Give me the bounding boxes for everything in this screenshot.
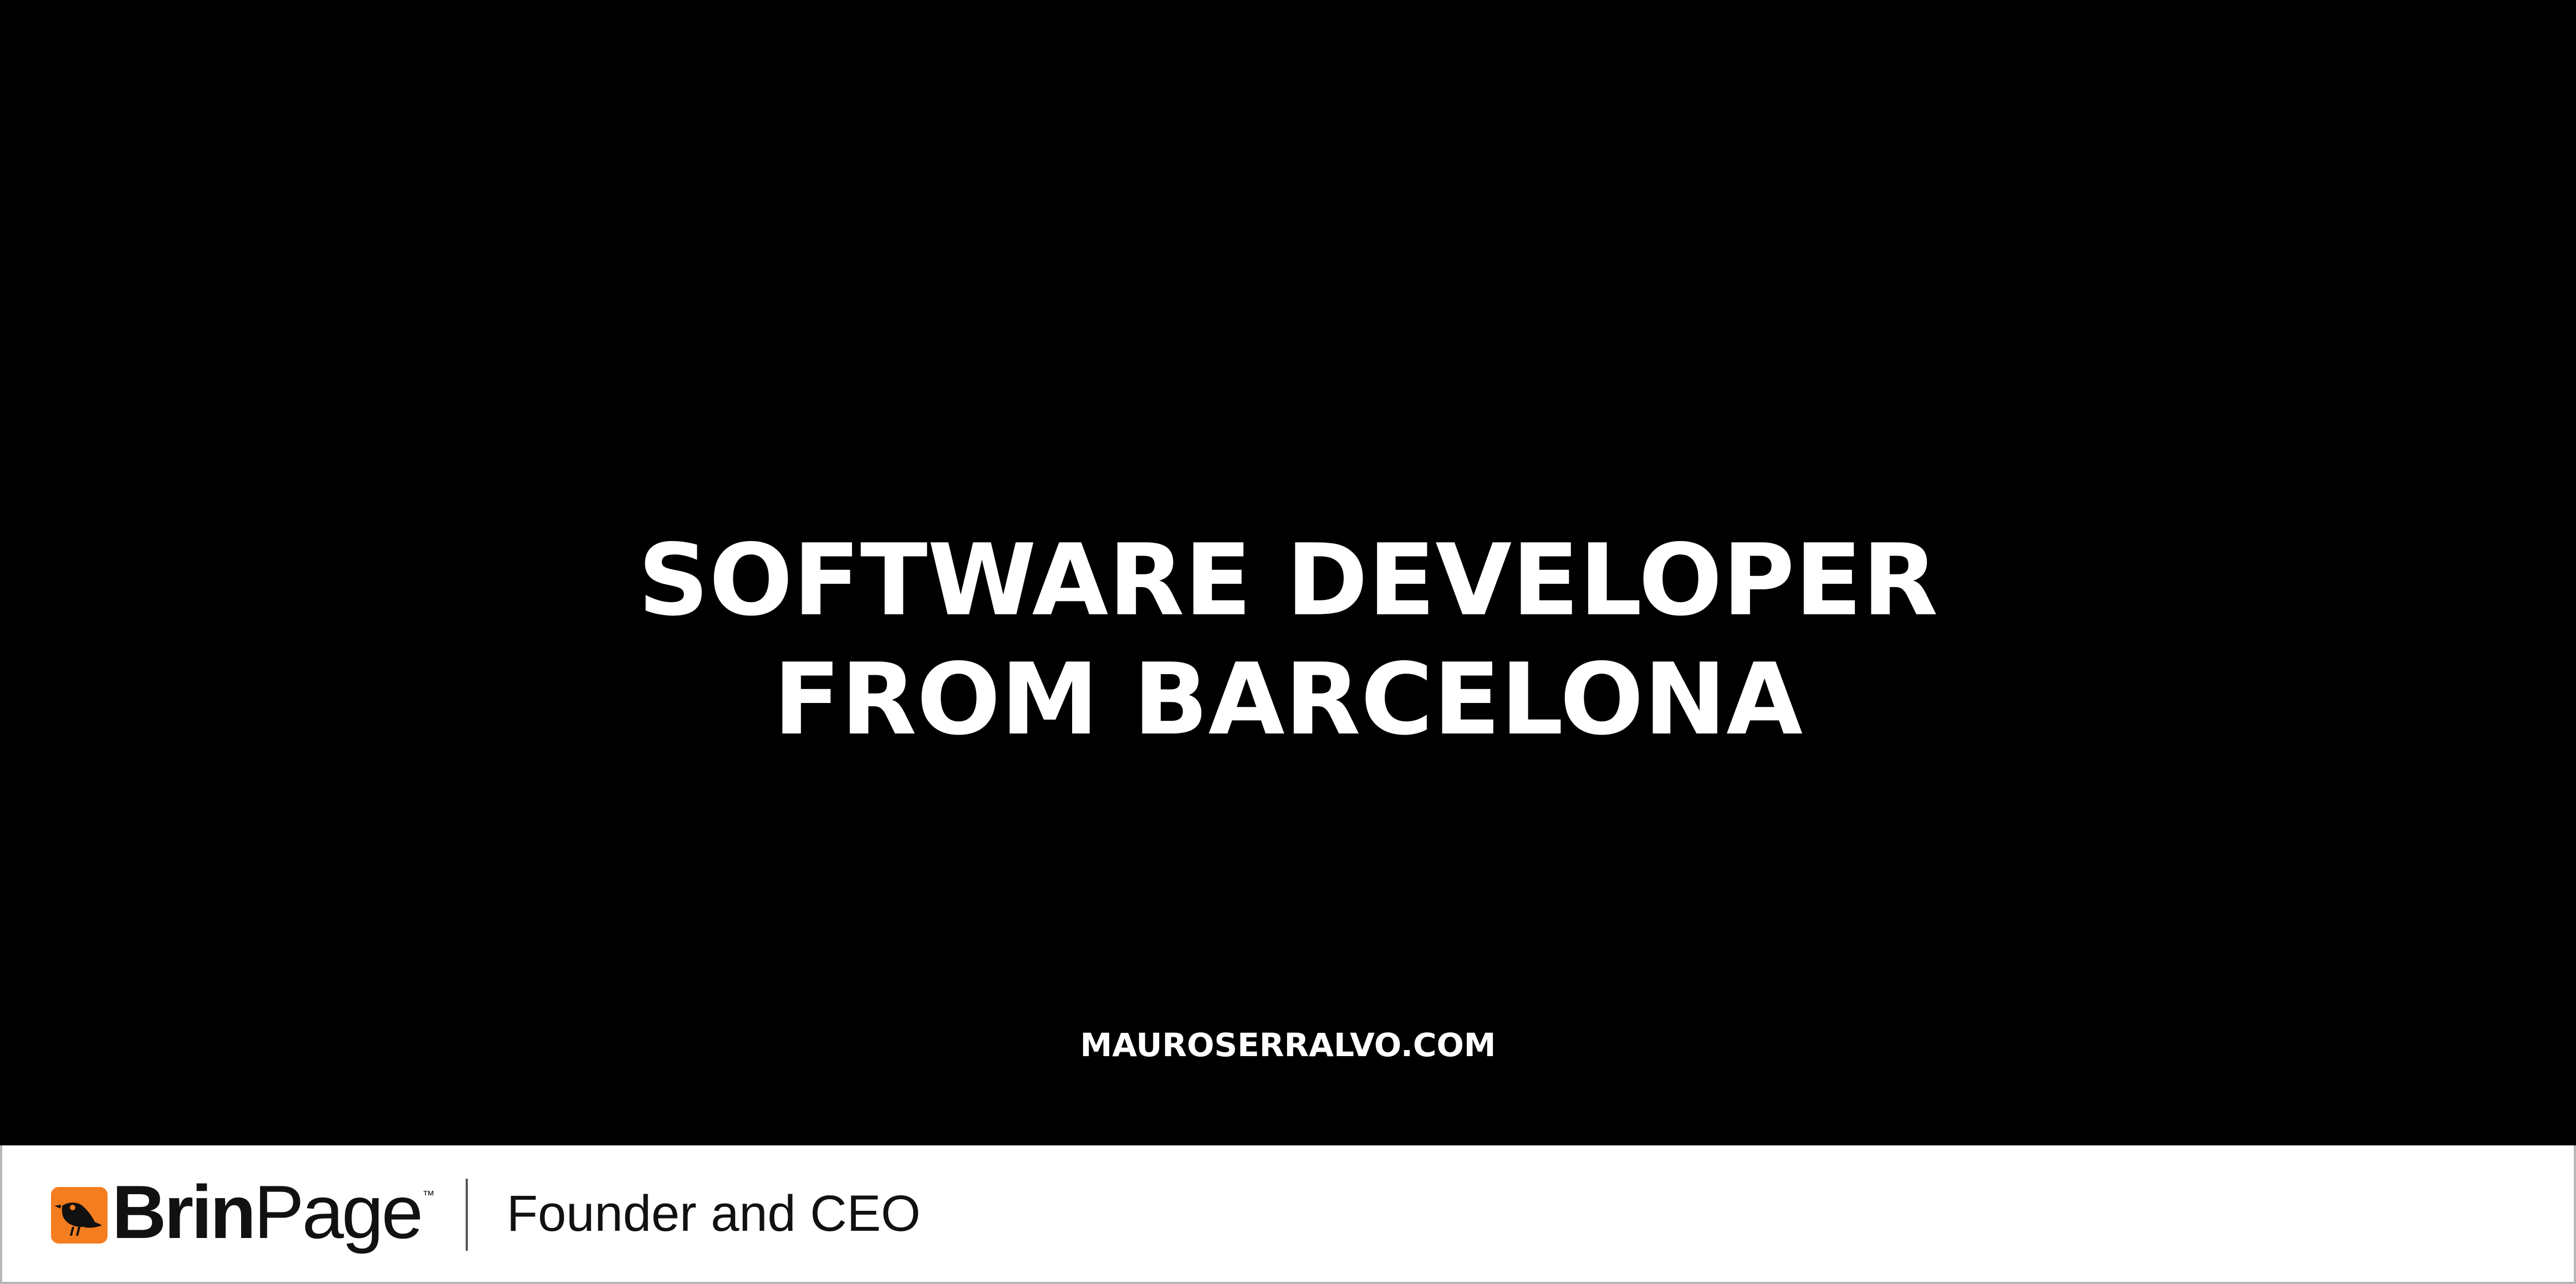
website-link[interactable]: MAUROSERRALVO.COM (0, 1026, 2576, 1064)
headline: SOFTWARE DEVELOPER FROM BARCELONA (0, 521, 2576, 759)
headline-line-1: SOFTWARE DEVELOPER (637, 523, 1939, 638)
brand-logo[interactable]: BrinPage (112, 1170, 424, 1254)
hero-banner: SOFTWARE DEVELOPER FROM BARCELONA MAUROS… (0, 0, 2576, 1145)
brand-name-part-1: Brin (112, 1170, 256, 1254)
headline-line-2: FROM BARCELONA (773, 642, 1803, 757)
footer-divider (466, 1179, 468, 1251)
bird-icon (51, 1187, 108, 1244)
trademark-symbol: ™ (422, 1188, 435, 1202)
brand-name-part-2: Page (254, 1170, 424, 1254)
role-title: Founder and CEO (507, 1185, 921, 1242)
footer-bar: BrinPage ™ Founder and CEO (0, 1145, 2576, 1284)
